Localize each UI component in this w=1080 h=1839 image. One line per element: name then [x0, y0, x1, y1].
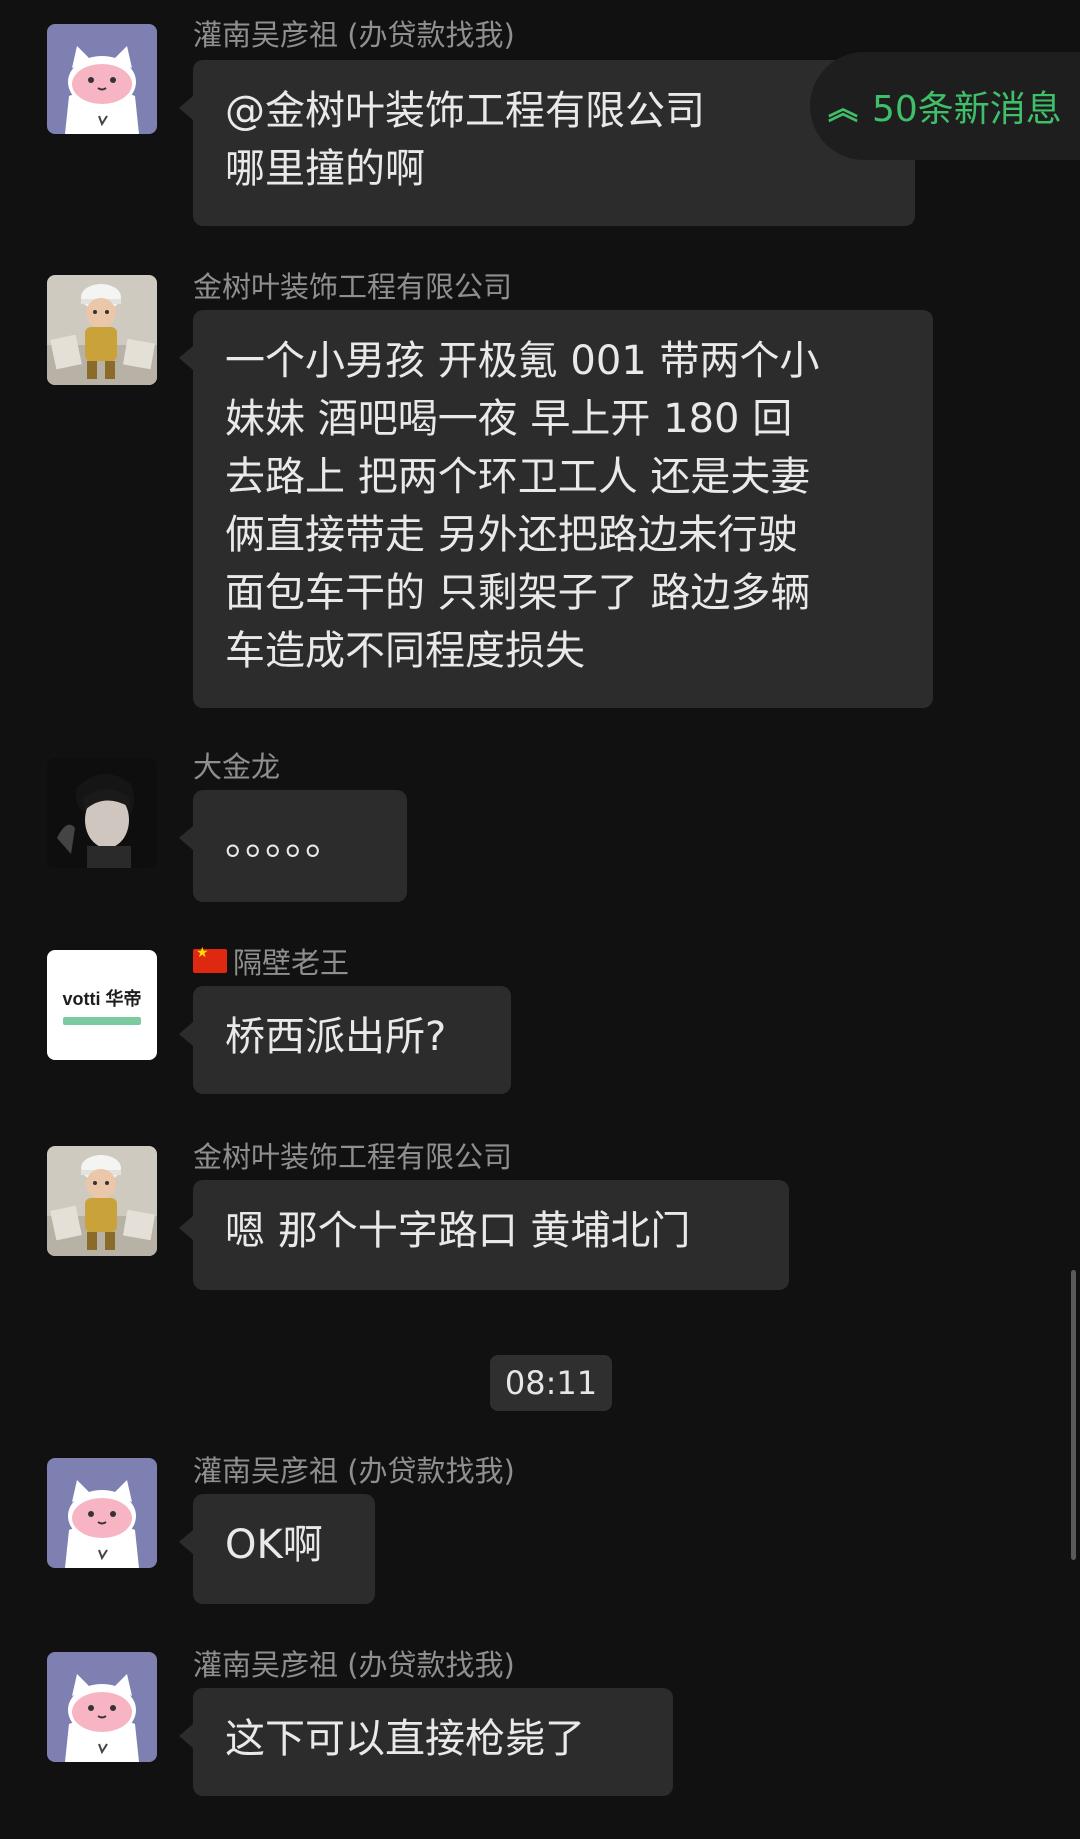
- new-messages-label: 50条新消息: [872, 89, 1062, 130]
- message-bubble[interactable]: 桥西派出所?: [179, 986, 511, 1094]
- scrollbar[interactable]: [1071, 1270, 1076, 1560]
- message-text-line: 桥西派出所?: [225, 1014, 447, 1060]
- sender-name: 隔壁老王: [193, 940, 349, 982]
- message-bubble[interactable]: 一个小男孩 开极氪 001 带两个小 妹妹 酒吧喝一夜 早上开 180 回 去路…: [179, 310, 933, 708]
- avatar[interactable]: votti 华帝: [47, 950, 157, 1060]
- message-text-line: 嗯 那个十字路口 黄埔北门: [225, 1208, 691, 1254]
- message-text-line: 俩直接带走 另外还把路边未行驶: [225, 512, 798, 558]
- message-text-line: 这下可以直接枪毙了: [225, 1716, 585, 1762]
- sender-name: 金树叶装饰工程有限公司: [193, 1140, 513, 1174]
- sender-name: 灌南吴彦祖 (办贷款找我): [193, 18, 515, 52]
- sender-name: 金树叶装饰工程有限公司: [193, 270, 513, 304]
- construction-figure-icon: [47, 275, 157, 385]
- votti-logo-text: votti 华帝: [62, 989, 142, 1009]
- avatar[interactable]: [47, 1458, 157, 1568]
- timestamp-divider: 08:11: [490, 1355, 612, 1411]
- message-text-line: 。。。。。: [225, 818, 345, 864]
- message-text-line: 哪里撞的啊: [225, 146, 425, 192]
- message-bubble[interactable]: 这下可以直接枪毙了: [179, 1688, 673, 1796]
- pink-cat-icon: [47, 1652, 157, 1762]
- message-text-line: @金树叶装饰工程有限公司: [225, 88, 705, 134]
- message-bubble[interactable]: 。。。。。: [179, 790, 407, 902]
- message-text-line: OK啊: [225, 1522, 323, 1568]
- message-bubble[interactable]: OK啊: [179, 1494, 375, 1604]
- message-text-line: 面包车干的 只剩架子了 路边多辆: [225, 570, 811, 616]
- avatar[interactable]: [47, 758, 157, 868]
- message-bubble[interactable]: @金树叶装饰工程有限公司 哪里撞的啊: [179, 60, 915, 226]
- china-flag-icon: [193, 945, 227, 973]
- avatar[interactable]: [47, 275, 157, 385]
- person-photo-icon: [47, 758, 157, 868]
- message-text-line: 车造成不同程度损失: [225, 628, 585, 674]
- pink-cat-icon: [47, 24, 157, 134]
- sender-name: 大金龙: [193, 750, 281, 784]
- avatar[interactable]: [47, 1652, 157, 1762]
- construction-figure-icon: [47, 1146, 157, 1256]
- sender-name-text: 隔壁老王: [233, 946, 350, 980]
- avatar[interactable]: [47, 24, 157, 134]
- logo-strip: [63, 1017, 141, 1025]
- message-text-line: 妹妹 酒吧喝一夜 早上开 180 回: [225, 396, 793, 442]
- sender-name: 灌南吴彦祖 (办贷款找我): [193, 1454, 515, 1488]
- avatar[interactable]: [47, 1146, 157, 1256]
- sender-name: 灌南吴彦祖 (办贷款找我): [193, 1648, 515, 1682]
- message-text-line: 一个小男孩 开极氪 001 带两个小: [225, 338, 820, 384]
- message-bubble[interactable]: 嗯 那个十字路口 黄埔北门: [179, 1180, 789, 1290]
- pink-cat-icon: [47, 1458, 157, 1568]
- double-chevron-up-icon: ︽: [828, 92, 858, 127]
- message-text-line: 去路上 把两个环卫工人 还是夫妻: [225, 454, 811, 500]
- new-messages-button[interactable]: ︽ 50条新消息: [810, 52, 1080, 160]
- chat-message-list[interactable]: 灌南吴彦祖 (办贷款找我) @金树叶装饰工程有限公司 哪里撞的啊 金树叶装饰工程…: [0, 0, 1080, 1839]
